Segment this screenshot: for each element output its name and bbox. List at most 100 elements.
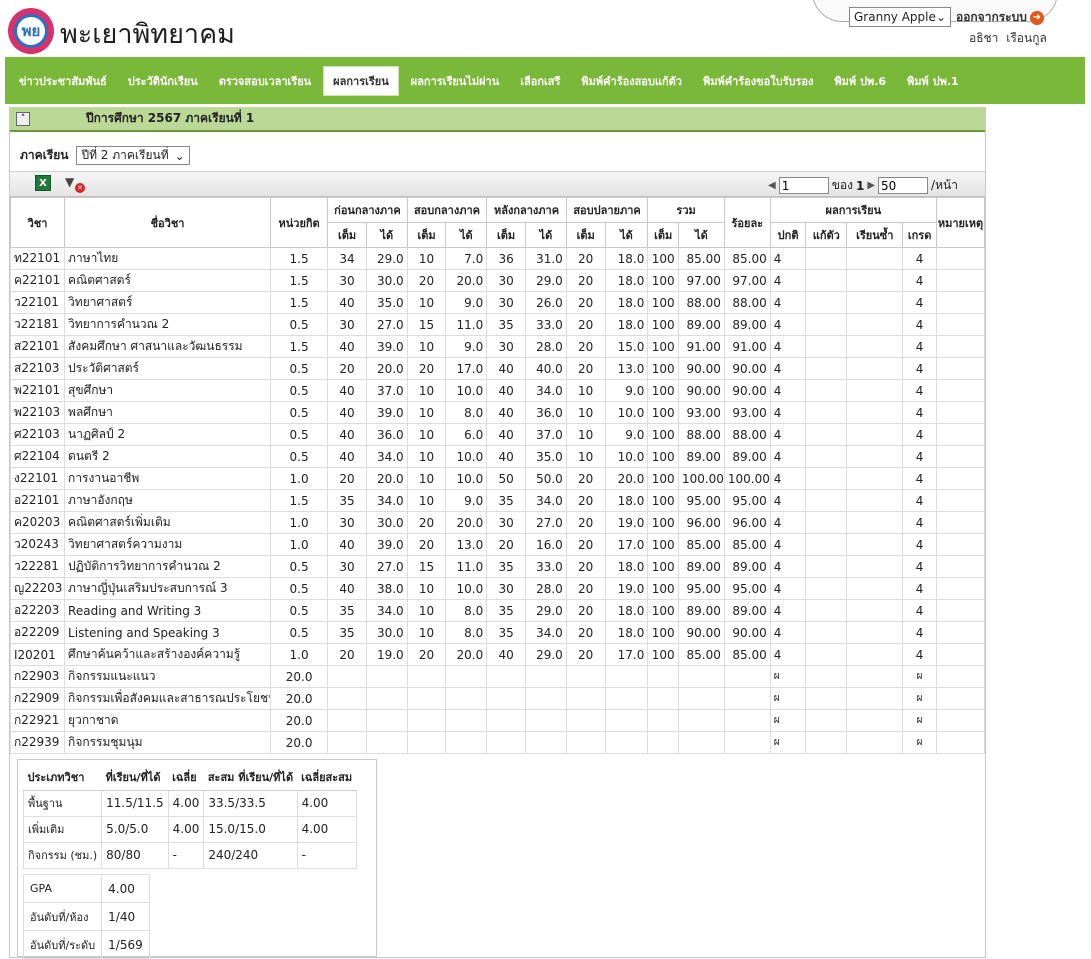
table-row[interactable]: ท22101 ภาษาไทย 1.5 34 29.0 10 7.0 36 31.0 20 18.0 1…: [9, 247, 986, 270]
cell-credit: 1.5: [270, 247, 329, 270]
col-percent[interactable]: ร้อยละ: [723, 197, 771, 248]
nav-item[interactable]: เลือกเสรี: [511, 66, 569, 96]
cell-final-got: [604, 665, 649, 688]
cell-total-full: 100: [647, 555, 679, 578]
table-row[interactable]: ส22101 สังคมศึกษา ศาสนาและวัฒนธรรม 1.5 40 39…: [9, 335, 986, 358]
cell-final-got: [604, 709, 649, 732]
page-input[interactable]: [778, 177, 829, 194]
cell-result-fix: [805, 511, 848, 534]
next-page-icon[interactable]: ▶: [867, 180, 875, 191]
table-row[interactable]: อ22209 Listening and Speaking 3 0.5 35 30.0 1…: [9, 621, 986, 644]
nav-item[interactable]: ข่าวประชาสัมพันธ์: [10, 66, 116, 96]
cell-result-fix: [805, 423, 848, 446]
cell-final-full: 20: [565, 247, 606, 270]
nav-item[interactable]: ผลการเรียน: [323, 65, 399, 96]
cell-remark: [935, 489, 986, 512]
table-row[interactable]: ญ22203 ภาษาญี่ปุ่นเสริมประสบการณ์ 3 0.5 40 3…: [9, 577, 986, 600]
theme-select[interactable]: Granny Apple ⌄: [849, 7, 951, 27]
cell-result-normal: 4: [769, 269, 807, 292]
table-row[interactable]: ค20203 คณิตศาสตร์เพิ่มเติม 1.0 30 30.0 20 20.0…: [9, 511, 986, 534]
clear-filter-icon[interactable]: ▼ ✕: [65, 175, 85, 193]
nav-item[interactable]: ประวัตินักเรียน: [119, 66, 207, 96]
nav-item[interactable]: พิมพ์คำร้องขอใบรับรอง: [694, 66, 822, 96]
table-row[interactable]: ว22181 วิทยาการคำนวณ 2 0.5 30 27.0 15 11.0 35 33…: [9, 313, 986, 336]
cell-subject-name: ภาษาไทย: [64, 247, 272, 270]
cell-final-full: 20: [565, 533, 606, 556]
cell-final-full: [565, 731, 606, 754]
rank-room-value: 1/40: [101, 902, 150, 931]
cell-credit: 0.5: [270, 379, 329, 402]
nav-item[interactable]: พิมพ์คำร้องสอบแก้ตัว: [572, 66, 691, 96]
cell-result-fix: [805, 401, 848, 424]
cell-result-repeat: [846, 555, 904, 578]
term-select[interactable]: ปีที่ 2 ภาคเรียนที่ ⌄: [76, 146, 190, 165]
table-row[interactable]: อ22101 ภาษาอังกฤษ 1.5 35 34.0 10 9.0 35 34.0 20 18…: [9, 489, 986, 512]
table-row[interactable]: ก22903 กิจกรรมแนะแนว 20.0 ผ ผ: [9, 665, 986, 688]
col-full: เต็ม: [565, 222, 606, 248]
cell-total-full: 100: [647, 533, 679, 556]
nav-item[interactable]: พิมพ์ ปพ.6: [825, 66, 895, 96]
col-credit[interactable]: หน่วยกิต: [270, 197, 329, 248]
user-first-name: อธิชา: [969, 31, 999, 45]
table-row[interactable]: ศ22104 ดนตรี 2 0.5 40 34.0 10 10.0 40 35.0 10 10.0…: [9, 445, 986, 468]
nav-item[interactable]: พิมพ์ ปพ.1: [898, 66, 968, 96]
summary-box: ประเภทวิชา ที่เรียน/ที่ได้ เฉลี่ย สะสม ท…: [17, 759, 377, 959]
pager-of-label: ของ: [831, 178, 853, 192]
nav-item[interactable]: ผลการเรียนไม่ผ่าน: [402, 66, 509, 96]
excel-export-icon[interactable]: X: [35, 175, 51, 191]
cell-result-normal: ผ: [769, 731, 807, 754]
cell-final-got: 17.0: [604, 533, 649, 556]
table-row[interactable]: ว22281 ปฏิบัติการวิทยาการคำนวณ 2 0.5 30 27.0…: [9, 555, 986, 578]
cell-final-full: 20: [565, 467, 606, 490]
cell-mid-full: [406, 687, 447, 710]
cell-result-repeat: [846, 335, 904, 358]
cell-pre-mid-full: 34: [327, 247, 367, 270]
cell-result-fix: [805, 621, 848, 644]
cell-mid-full: [406, 665, 447, 688]
cell-result-fix: [805, 357, 848, 380]
cell-mid-got: 17.0: [445, 357, 488, 380]
cell-final-full: 20: [565, 511, 606, 534]
cell-result-normal: ผ: [769, 709, 807, 732]
cell-pre-mid-full: 40: [327, 335, 367, 358]
table-row[interactable]: ส22103 ประวัติศาสตร์ 0.5 20 20.0 20 17.0 40 40.0…: [9, 357, 986, 380]
col-subject-name[interactable]: ชื่อวิชา: [64, 197, 272, 248]
per-page-input[interactable]: [878, 177, 929, 194]
table-row[interactable]: ว22101 วิทยาศาสตร์ 1.5 40 35.0 10 9.0 30 26.0 20 1…: [9, 291, 986, 314]
cell-final-full: 10: [565, 379, 606, 402]
col-remark[interactable]: หมายเหตุ: [935, 197, 986, 248]
cell-post-mid-full: 30: [486, 335, 526, 358]
cell-final-got: 18.0: [604, 489, 649, 512]
table-row[interactable]: ค22101 คณิตศาสตร์ 1.5 30 30.0 20 20.0 30 29.0 20 1…: [9, 269, 986, 292]
table-row[interactable]: ก22921 ยุวกาชาด 20.0 ผ ผ: [9, 709, 986, 732]
cell-pre-mid-full: 40: [327, 533, 367, 556]
collapse-icon[interactable]: ˄: [16, 111, 30, 126]
cell-remark: [935, 511, 986, 534]
col-code[interactable]: วิชา: [9, 197, 66, 248]
summary-avg: 4.00: [167, 815, 205, 843]
table-row[interactable]: ก22939 กิจกรรมชุมนุม 20.0 ผ ผ: [9, 731, 986, 754]
table-row[interactable]: ก22909 กิจกรรมเพื่อสังคมและสาธารณประโยชน์…: [9, 687, 986, 710]
cell-result-repeat: [846, 401, 904, 424]
table-row[interactable]: พ22103 พลศึกษา 0.5 40 39.0 10 8.0 40 36.0 10 10.0 1…: [9, 401, 986, 424]
cell-percent: 89.00: [723, 599, 771, 622]
cell-pre-mid-got: [365, 731, 408, 754]
table-row[interactable]: พ22101 สุขศึกษา 0.5 40 37.0 10 10.0 40 34.0 10 9.0…: [9, 379, 986, 402]
cell-total-got: 85.00: [677, 247, 725, 270]
table-row[interactable]: ง22101 การงานอาชีพ 1.0 20 20.0 10 10.0 50 50.0 20…: [9, 467, 986, 490]
cell-total-full: 100: [647, 313, 679, 336]
table-row[interactable]: I20201 ศึกษาค้นคว้าและสร้างองค์ความรู้ 1.0…: [9, 643, 986, 666]
cell-total-got: 85.00: [677, 533, 725, 556]
table-row[interactable]: ว20243 วิทยาศาสตร์ความงาม 1.0 40 39.0 20 13.0 2…: [9, 533, 986, 556]
cell-total-got: 96.00: [677, 511, 725, 534]
sum-col-cum: สะสม ที่เรียน/ที่ได้: [203, 765, 298, 791]
summary-avg: -: [167, 841, 205, 869]
prev-page-icon[interactable]: ◀: [768, 180, 776, 191]
table-row[interactable]: ศ22103 นาฏศิลป์ 2 0.5 40 36.0 10 6.0 40 37.0 10 9.…: [9, 423, 986, 446]
arrow-right-icon: ➜: [1029, 10, 1044, 25]
table-row[interactable]: อ22203 Reading and Writing 3 0.5 35 34.0 10 8.…: [9, 599, 986, 622]
cell-result-normal: 4: [769, 577, 807, 600]
cell-percent: [723, 709, 771, 732]
logout-button[interactable]: ออกจากระบบ ➜: [956, 8, 1044, 27]
nav-item[interactable]: ตรวจสอบเวลาเรียน: [210, 66, 320, 96]
